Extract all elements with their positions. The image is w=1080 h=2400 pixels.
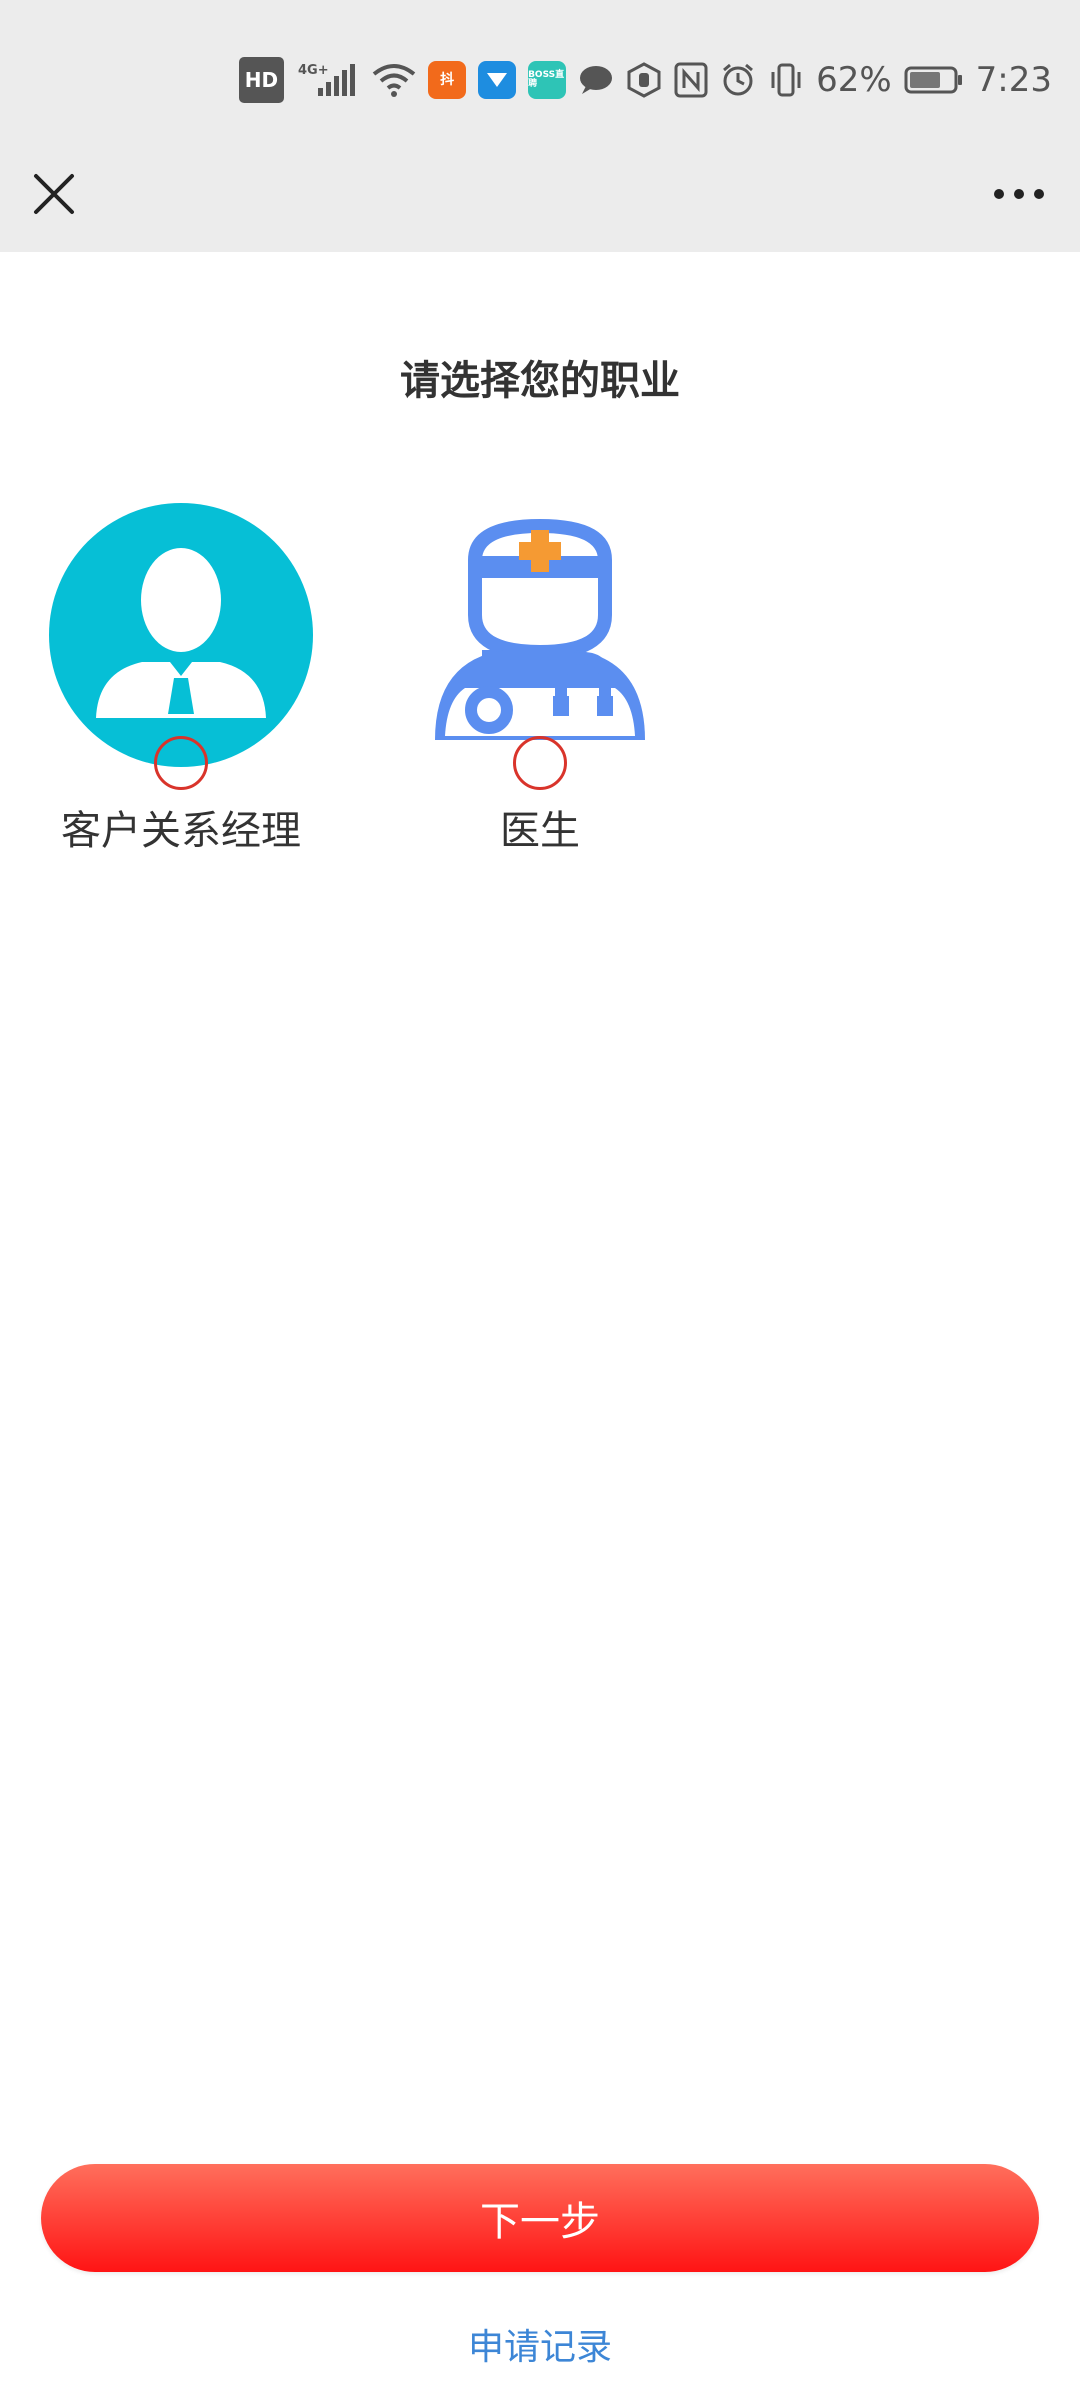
svg-text:4G+: 4G+ xyxy=(298,63,329,78)
battery-icon xyxy=(904,60,964,100)
occupation-radio[interactable] xyxy=(513,736,567,790)
status-icons: HD 4G+ 抖 BOSS直聘 62% 7:23 xyxy=(238,57,1052,103)
occupation-radio[interactable] xyxy=(154,736,208,790)
nav-bar xyxy=(0,140,1080,252)
business-person-icon xyxy=(49,503,313,767)
chat-icon xyxy=(578,60,614,100)
occupation-option-doctor[interactable]: 医生 xyxy=(405,500,675,856)
close-icon xyxy=(34,174,74,214)
occupation-label: 客户关系经理 xyxy=(61,808,301,854)
more-icon xyxy=(994,189,1044,199)
network-4g-icon: 4G+ xyxy=(296,60,360,100)
close-button[interactable] xyxy=(26,166,82,222)
hand-icon xyxy=(626,60,662,100)
page-title: 请选择您的职业 xyxy=(400,358,680,404)
alarm-icon xyxy=(720,60,756,100)
doctor-icon xyxy=(435,518,645,740)
status-bar: HD 4G+ 抖 BOSS直聘 62% 7:23 xyxy=(0,0,1080,140)
battery-percent: 62% xyxy=(816,60,892,100)
vibrate-icon xyxy=(768,60,804,100)
occupation-option-customer-manager[interactable]: 客户关系经理 xyxy=(46,500,316,856)
next-step-button[interactable]: 下一步 xyxy=(41,2164,1039,2272)
app-notification-icon xyxy=(478,61,517,99)
occupation-label: 医生 xyxy=(500,808,580,854)
hd-icon: HD xyxy=(238,57,285,103)
nfc-icon xyxy=(674,60,708,100)
apply-record-link[interactable]: 申请记录 xyxy=(0,2318,1080,2370)
wifi-icon xyxy=(372,60,416,100)
boss-app-icon: BOSS直聘 xyxy=(528,61,567,99)
clock: 7:23 xyxy=(975,60,1052,100)
app-notification-icon: 抖 xyxy=(428,61,467,99)
more-button[interactable] xyxy=(984,166,1054,222)
